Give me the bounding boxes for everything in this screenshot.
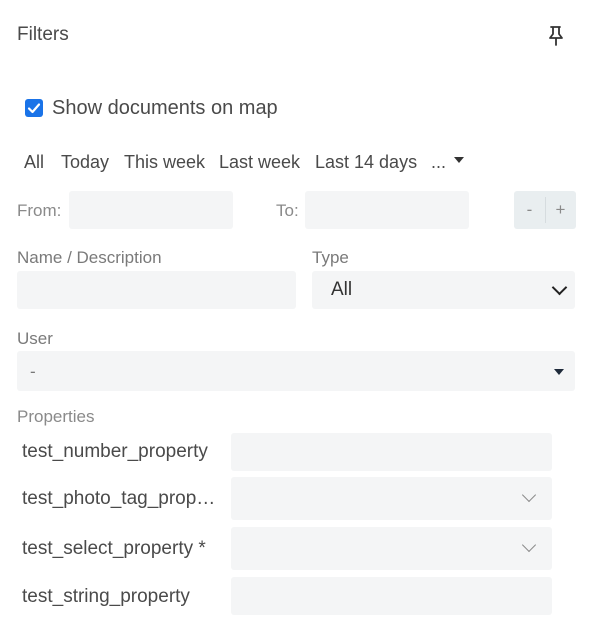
chevron-down-icon xyxy=(521,487,537,503)
name-description-input[interactable] xyxy=(17,271,296,309)
property-select-select[interactable] xyxy=(231,527,552,570)
quick-range-last-14-days[interactable]: Last 14 days xyxy=(315,152,417,173)
type-select[interactable]: All xyxy=(312,271,575,309)
pin-icon[interactable] xyxy=(546,25,566,47)
property-name: test_photo_tag_prop… xyxy=(22,488,216,509)
date-minus-button[interactable]: - xyxy=(514,191,545,229)
caret-down-icon xyxy=(554,369,564,375)
name-description-label: Name / Description xyxy=(17,248,162,267)
from-label: From: xyxy=(17,201,62,220)
user-label: User xyxy=(17,329,53,348)
chevron-down-icon xyxy=(551,279,568,296)
property-name: test_select_property * xyxy=(22,538,206,559)
quick-range-more[interactable]: ... xyxy=(431,152,446,173)
property-string-input[interactable] xyxy=(231,577,552,615)
caret-down-icon[interactable] xyxy=(454,157,464,163)
quick-range-this-week[interactable]: This week xyxy=(124,152,205,173)
checkmark-icon xyxy=(27,103,41,114)
to-date-input[interactable] xyxy=(305,191,469,229)
type-label: Type xyxy=(312,248,349,267)
from-date-input[interactable] xyxy=(69,191,233,229)
property-number-input[interactable] xyxy=(231,433,552,471)
user-select-value: - xyxy=(30,362,36,381)
chevron-down-icon xyxy=(521,537,537,553)
property-name: test_string_property xyxy=(22,586,190,607)
show-on-map-label[interactable]: Show documents on map xyxy=(52,97,278,120)
filters-title: Filters xyxy=(17,24,69,45)
user-select[interactable]: - xyxy=(17,351,575,391)
date-stepper: - + xyxy=(514,191,576,229)
quick-range-today[interactable]: Today xyxy=(61,152,109,173)
property-photo-tag-select[interactable] xyxy=(231,477,552,520)
quick-range-last-week[interactable]: Last week xyxy=(219,152,300,173)
quick-range-all[interactable]: All xyxy=(24,152,44,173)
type-select-value: All xyxy=(331,279,353,300)
date-plus-button[interactable]: + xyxy=(545,191,576,229)
to-label: To: xyxy=(276,201,299,220)
show-on-map-checkbox[interactable] xyxy=(25,99,43,117)
properties-label: Properties xyxy=(17,407,95,426)
property-name: test_number_property xyxy=(22,441,208,462)
